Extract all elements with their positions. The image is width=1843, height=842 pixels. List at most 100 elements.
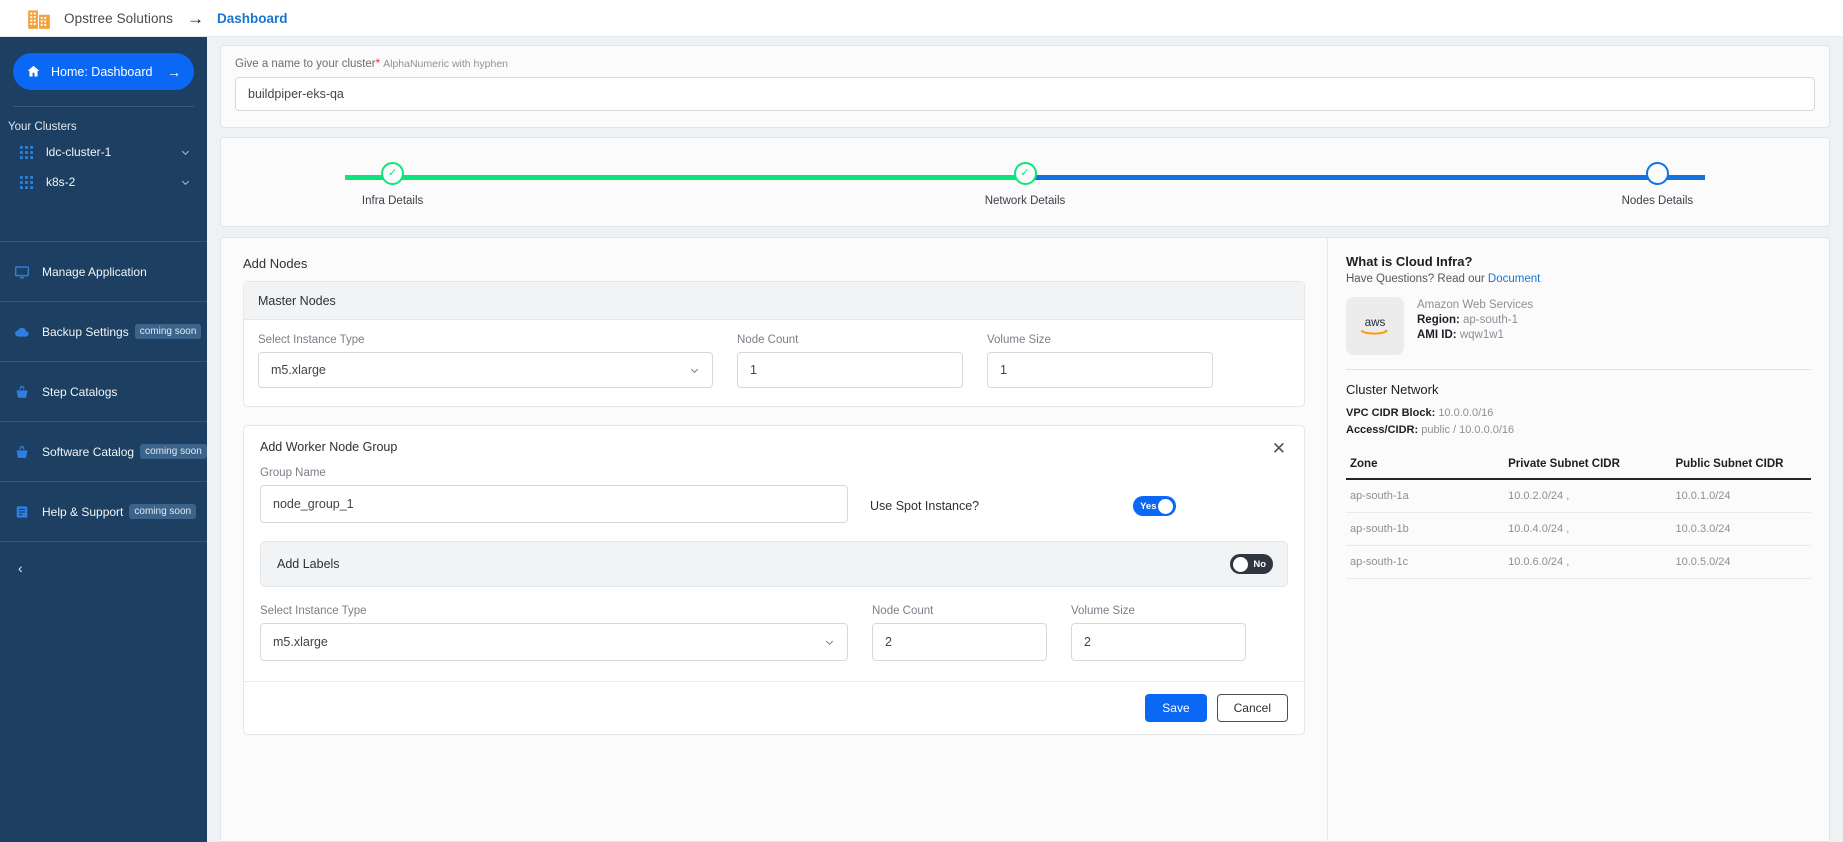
master-fields-row: Select Instance Type m5.xlarge Node Coun…: [258, 334, 1290, 388]
book-icon: [16, 505, 28, 518]
step-label: Nodes Details: [1621, 195, 1694, 207]
coming-soon-badge: coming soon: [140, 444, 207, 459]
sidebar-cluster-k8s-2[interactable]: k8s-2: [0, 167, 207, 197]
group-name-input[interactable]: [260, 485, 848, 523]
step-label: Infra Details: [361, 195, 424, 207]
subnet-table-head: Zone Private Subnet CIDR Public Subnet C…: [1346, 452, 1811, 480]
content-row: Add Nodes Master Nodes Select Instance T…: [220, 237, 1830, 842]
step-nodes-details[interactable]: Nodes Details: [1593, 162, 1721, 207]
worker-node-group-header: Add Worker Node Group ✕: [244, 426, 1304, 457]
worker-fields-row: Select Instance Type m5.xlarge Node Coun…: [260, 605, 1288, 661]
worker-instance-type-label: Select Instance Type: [260, 605, 367, 617]
sidebar-home-label: Home: Dashboard: [51, 64, 153, 79]
worker-node-group-body: Group Name Use Spot Instance? Yes: [244, 457, 1304, 661]
subnet-table-header-private: Private Subnet CIDR: [1504, 452, 1672, 480]
ami-row: AMI ID: wqw1w1: [1417, 329, 1533, 341]
sidebar-item-label: Software Catalog: [42, 444, 135, 459]
cloud-upload-icon: [15, 327, 29, 337]
subnet-table: Zone Private Subnet CIDR Public Subnet C…: [1346, 452, 1811, 579]
step-network-details[interactable]: ✓ Network Details: [961, 162, 1089, 207]
master-nodes-body: Select Instance Type m5.xlarge Node Coun…: [244, 320, 1304, 406]
document-link[interactable]: Document: [1488, 273, 1540, 285]
use-spot-instance-toggle[interactable]: Yes: [1133, 496, 1177, 516]
worker-node-count-label: Node Count: [872, 605, 934, 617]
region-row: Region: ap-south-1: [1417, 314, 1533, 326]
subnet-table-header-public: Public Subnet CIDR: [1671, 452, 1811, 480]
master-volume-size-label: Volume Size: [987, 334, 1051, 346]
sidebar-home-dashboard-button[interactable]: Home: Dashboard →: [13, 53, 194, 90]
ami-value: wqw1w1: [1459, 329, 1504, 341]
master-instance-type-select[interactable]: m5.xlarge: [258, 352, 713, 388]
zone-cell: ap-south-1b: [1346, 512, 1505, 546]
step-infra-details[interactable]: ✓ Infra Details: [329, 162, 457, 207]
coming-soon-badge: coming soon: [129, 504, 197, 519]
private-subnet-cell: 10.0.4.0/24 ,: [1504, 512, 1672, 546]
public-subnet-cell: 10.0.1.0/24: [1671, 479, 1811, 513]
sidebar-collapse-button[interactable]: ‹: [0, 541, 207, 593]
worker-node-group-card: Add Worker Node Group ✕ Group Name Use S…: [243, 425, 1305, 735]
svg-text:aws: aws: [1365, 316, 1386, 329]
worker-volume-size-field: Volume Size: [1071, 605, 1246, 661]
grid-icon: [20, 175, 33, 189]
master-instance-type-label: Select Instance Type: [258, 334, 365, 346]
sidebar-item-label: Manage Application: [42, 264, 147, 279]
worker-node-count-input[interactable]: [872, 623, 1047, 661]
master-volume-size-input[interactable]: [987, 352, 1213, 388]
region-key: Region:: [1417, 314, 1460, 326]
info-panel-subtitle-text: Have Questions? Read our: [1346, 273, 1488, 285]
vpc-cidr-row: VPC CIDR Block: 10.0.0.0/16: [1346, 405, 1811, 422]
add-labels-toggle[interactable]: No: [1230, 554, 1273, 574]
public-subnet-cell: 10.0.5.0/24: [1671, 545, 1811, 579]
cancel-button[interactable]: Cancel: [1216, 694, 1288, 722]
worker-volume-size-input[interactable]: [1071, 623, 1246, 661]
toggle-state-label: Yes: [1140, 500, 1157, 512]
step-label: Network Details: [984, 195, 1066, 207]
cluster-network-title: Cluster Network: [1346, 382, 1439, 397]
info-panel-divider: [1346, 369, 1811, 370]
sidebar-cluster-ldc-cluster-1[interactable]: ldc-cluster-1: [0, 137, 207, 167]
cluster-name-input[interactable]: [235, 77, 1815, 111]
arrow-right-icon: →: [167, 63, 181, 80]
sidebar-item-manage-application[interactable]: Manage Application: [0, 241, 207, 301]
sidebar-item-software-catalog[interactable]: Software Catalog coming soon: [0, 421, 207, 481]
access-cidr-row: Access/CIDR: public / 10.0.0.0/16: [1346, 422, 1811, 439]
worker-instance-type-select[interactable]: m5.xlarge: [260, 623, 848, 661]
step-circle-done: ✓: [1013, 162, 1037, 185]
add-nodes-column: Add Nodes Master Nodes Select Instance T…: [220, 237, 1327, 842]
close-icon[interactable]: ✕: [1270, 440, 1288, 457]
sidebar-cluster-label: ldc-cluster-1: [46, 145, 112, 159]
sidebar-item-help-support[interactable]: Help & Support coming soon: [0, 481, 207, 541]
sidebar-item-step-catalogs[interactable]: Step Catalogs: [0, 361, 207, 421]
master-node-count-input[interactable]: [737, 352, 963, 388]
public-subnet-cell: 10.0.3.0/24: [1671, 512, 1811, 546]
cluster-name-hint: AlphaNumeric with hyphen: [383, 58, 509, 70]
private-subnet-cell: 10.0.2.0/24 ,: [1504, 479, 1672, 513]
master-instance-type-value: m5.xlarge: [271, 363, 326, 377]
info-panel-title: What is Cloud Infra?: [1346, 254, 1473, 269]
master-nodes-panel: Master Nodes Select Instance Type m5.xla…: [243, 281, 1305, 407]
zone-cell: ap-south-1c: [1346, 545, 1505, 579]
sidebar: Home: Dashboard → Your Clusters ldc-clus…: [0, 37, 207, 842]
region-value: ap-south-1: [1463, 314, 1518, 326]
toggle-knob: [1233, 556, 1248, 572]
worker-node-group-title: Add Worker Node Group: [260, 440, 398, 454]
basket-icon: [16, 385, 28, 398]
save-button[interactable]: Save: [1145, 694, 1207, 722]
info-panel-column: What is Cloud Infra? Have Questions? Rea…: [1327, 237, 1830, 842]
use-spot-instance-row: Use Spot Instance? Yes: [870, 496, 1177, 523]
sidebar-item-label: Step Catalogs: [42, 384, 118, 399]
cluster-name-card: Give a name to your cluster* AlphaNumeric…: [220, 45, 1830, 128]
group-name-label: Group Name: [260, 467, 326, 479]
chevron-left-icon: ‹: [18, 559, 23, 576]
add-labels-bar: Add Labels No: [260, 541, 1288, 587]
sidebar-item-backup-settings[interactable]: Backup Settings coming soon: [0, 301, 207, 361]
ami-key: AMI ID:: [1417, 329, 1457, 341]
breadcrumb-dashboard-link[interactable]: Dashboard: [217, 11, 288, 26]
master-instance-type-field: Select Instance Type m5.xlarge: [258, 334, 713, 388]
chevron-down-icon: [825, 640, 834, 645]
sidebar-cluster-label: k8s-2: [46, 175, 76, 189]
add-nodes-title: Add Nodes: [243, 256, 308, 271]
provider-name: Amazon Web Services: [1417, 299, 1534, 311]
chevron-down-icon: [690, 368, 699, 373]
